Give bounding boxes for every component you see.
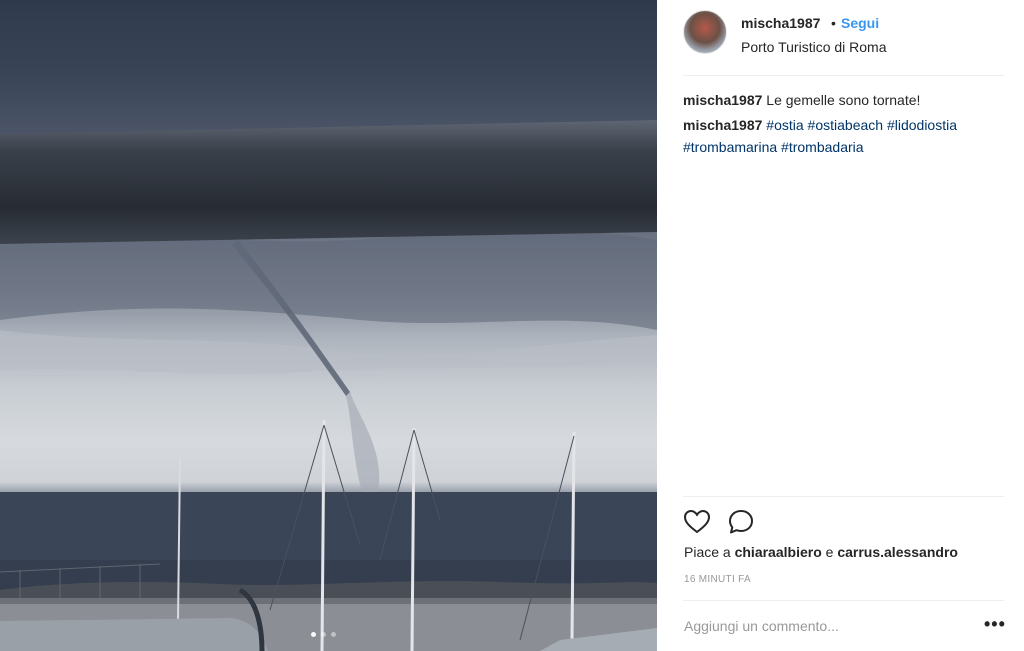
- likes-summary: Piace a chiaraalbiero e carrus.alessandr…: [684, 544, 958, 560]
- header-separator: •: [831, 15, 836, 31]
- hashtag-link[interactable]: #trombamarina: [683, 139, 777, 155]
- comment-divider: [683, 600, 1004, 601]
- hashtag-link[interactable]: #ostia: [766, 117, 803, 133]
- hashtag-link[interactable]: #ostiabeach: [808, 117, 884, 133]
- heart-icon[interactable]: [683, 508, 711, 536]
- post-location[interactable]: Porto Turistico di Roma: [741, 39, 887, 55]
- likes-conjunction: e: [825, 544, 834, 560]
- carousel-indicator: [311, 632, 336, 637]
- comment-username[interactable]: mischa1987: [683, 117, 762, 133]
- comments-list: mischa1987 Le gemelle sono tornate! misc…: [683, 89, 996, 161]
- follow-button[interactable]: Segui: [841, 15, 879, 31]
- comment-text: Le gemelle sono tornate!: [766, 92, 921, 108]
- post-timestamp[interactable]: 16 MINUTI FA: [684, 574, 751, 585]
- more-options-icon[interactable]: •••: [984, 614, 1006, 635]
- hashtag-link[interactable]: #trombadaria: [781, 139, 864, 155]
- caption-comment: mischa1987 Le gemelle sono tornate!: [683, 89, 996, 111]
- comment-username[interactable]: mischa1987: [683, 92, 762, 108]
- hashtag-comment: mischa1987 #ostia #ostiabeach #lidodiost…: [683, 114, 996, 158]
- carousel-dot: [331, 632, 336, 637]
- liker-username[interactable]: chiaraalbiero: [735, 544, 822, 560]
- liker-username[interactable]: carrus.alessandro: [837, 544, 958, 560]
- comment-bubble-icon[interactable]: [727, 508, 755, 536]
- post-header: mischa1987 • Segui Porto Turistico di Ro…: [683, 10, 1004, 76]
- post-photo[interactable]: [0, 0, 657, 651]
- hashtag-link[interactable]: #lidodiostia: [887, 117, 957, 133]
- actions-divider: [683, 496, 1004, 497]
- carousel-dot: [321, 632, 326, 637]
- comment-input[interactable]: Aggiungi un commento...: [684, 618, 839, 634]
- author-avatar[interactable]: [683, 10, 727, 54]
- likes-prefix: Piace a: [684, 544, 731, 560]
- waterspout-photo: [0, 120, 657, 651]
- carousel-dot-active: [311, 632, 316, 637]
- author-username[interactable]: mischa1987: [741, 15, 820, 31]
